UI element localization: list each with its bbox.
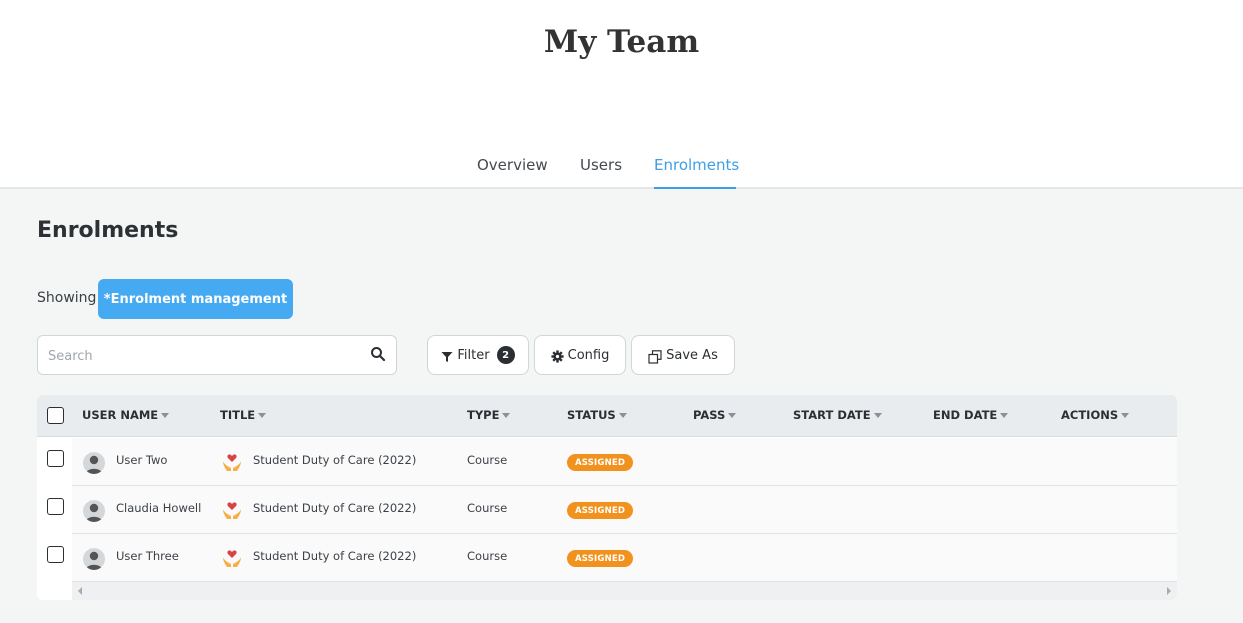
column-header-start-date[interactable]: START DATE bbox=[793, 408, 882, 422]
user-name[interactable]: User Three bbox=[116, 549, 179, 563]
caret-down-icon bbox=[161, 413, 170, 418]
column-header-type[interactable]: TYPE bbox=[467, 408, 511, 422]
enrolment-type: Course bbox=[467, 501, 508, 515]
tab-enrolments[interactable]: Enrolments bbox=[654, 156, 739, 189]
config-label: Config bbox=[567, 347, 610, 363]
column-header-pass[interactable]: PASS bbox=[693, 408, 737, 422]
caret-down-icon bbox=[728, 413, 737, 418]
search-box bbox=[37, 335, 397, 375]
save-as-label: Save As bbox=[666, 347, 718, 363]
filter-count-badge: 2 bbox=[496, 346, 515, 364]
enrolments-table: USER NAME TITLE TYPE STATUS PASS START D… bbox=[37, 395, 1177, 600]
column-header-title[interactable]: TITLE bbox=[220, 408, 267, 422]
showing-label: Showing: bbox=[37, 290, 102, 306]
filter-button[interactable]: Filter 2 bbox=[427, 335, 529, 375]
search-input[interactable] bbox=[48, 345, 358, 367]
tab-users[interactable]: Users bbox=[580, 156, 622, 189]
config-button[interactable]: Config bbox=[534, 335, 626, 375]
scroll-right-arrow-icon[interactable] bbox=[1167, 587, 1171, 595]
horizontal-scrollbar[interactable] bbox=[72, 582, 1177, 600]
caret-down-icon bbox=[502, 413, 511, 418]
caret-down-icon bbox=[618, 413, 627, 418]
saved-view-button[interactable]: *Enrolment management bbox=[98, 279, 293, 319]
course-title[interactable]: Student Duty of Care (2022) bbox=[253, 549, 416, 563]
section-title: Enrolments bbox=[37, 218, 179, 243]
column-header-status[interactable]: STATUS bbox=[567, 408, 627, 422]
enrolment-type: Course bbox=[467, 549, 508, 563]
save-as-button[interactable]: Save As bbox=[631, 335, 735, 375]
row-checkbox[interactable] bbox=[47, 450, 64, 467]
column-header-actions[interactable]: ACTIONS bbox=[1061, 408, 1130, 422]
table-header: USER NAME TITLE TYPE STATUS PASS START D… bbox=[37, 395, 1177, 437]
user-avatar-icon bbox=[83, 500, 105, 522]
caret-down-icon bbox=[1000, 413, 1009, 418]
heart-hands-icon bbox=[223, 550, 241, 567]
user-name[interactable]: Claudia Howell bbox=[116, 501, 201, 515]
table-row[interactable]: User Three Student Duty of Care (2022) C… bbox=[37, 534, 1177, 582]
filter-label: Filter bbox=[457, 347, 490, 363]
status-badge: ASSIGNED bbox=[567, 550, 634, 567]
page-header: My Team Overview Users Enrolments bbox=[0, 0, 1243, 189]
scroll-left-arrow-icon[interactable] bbox=[78, 587, 82, 595]
funnel-icon bbox=[441, 351, 453, 362]
tab-overview[interactable]: Overview bbox=[477, 156, 548, 189]
column-header-end-date[interactable]: END DATE bbox=[933, 408, 1009, 422]
row-checkbox[interactable] bbox=[47, 546, 64, 563]
table-row[interactable]: User Two Student Duty of Care (2022) Cou… bbox=[37, 438, 1177, 486]
user-avatar-icon bbox=[83, 548, 105, 570]
caret-down-icon bbox=[873, 413, 882, 418]
table-row[interactable]: Claudia Howell Student Duty of Care (202… bbox=[37, 486, 1177, 534]
tab-bar: Overview Users Enrolments bbox=[0, 156, 1243, 189]
user-name[interactable]: User Two bbox=[116, 453, 167, 467]
gear-icon bbox=[551, 350, 564, 363]
enrolment-type: Course bbox=[467, 453, 508, 467]
select-all-checkbox[interactable] bbox=[47, 407, 64, 424]
row-checkbox[interactable] bbox=[47, 498, 64, 515]
course-title[interactable]: Student Duty of Care (2022) bbox=[253, 501, 416, 515]
search-icon[interactable] bbox=[370, 346, 386, 362]
page-title: My Team bbox=[543, 24, 700, 60]
status-badge: ASSIGNED bbox=[567, 454, 634, 471]
status-badge: ASSIGNED bbox=[567, 502, 634, 519]
copy-icon bbox=[648, 349, 662, 364]
column-header-user-name[interactable]: USER NAME bbox=[82, 408, 170, 422]
user-avatar-icon bbox=[83, 452, 105, 474]
caret-down-icon bbox=[258, 413, 267, 418]
course-title[interactable]: Student Duty of Care (2022) bbox=[253, 453, 416, 467]
caret-down-icon bbox=[1121, 413, 1130, 418]
heart-hands-icon bbox=[223, 454, 241, 471]
heart-hands-icon bbox=[223, 502, 241, 519]
